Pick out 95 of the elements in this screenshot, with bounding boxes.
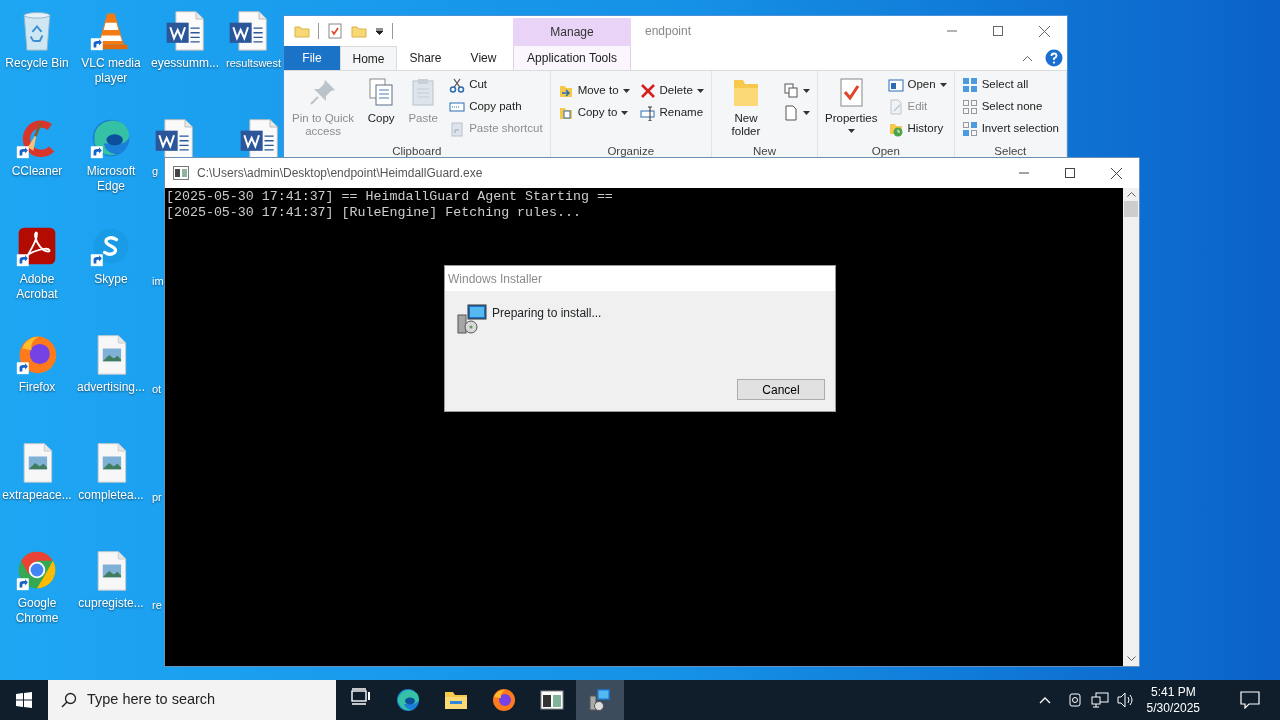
desktop-icon-label[interactable]: re xyxy=(152,598,162,613)
ribbon-group-label: New xyxy=(751,143,777,159)
desktop-icon-label[interactable]: g xyxy=(152,164,159,179)
properties-icon[interactable] xyxy=(327,23,343,39)
desktop-icon-label[interactable]: pr xyxy=(152,490,162,505)
scissors-icon xyxy=(449,77,466,93)
tray-device-icon[interactable] xyxy=(1066,692,1083,708)
windows-logo-icon xyxy=(16,692,32,708)
edit-page-icon xyxy=(887,99,904,115)
easy-access-icon xyxy=(783,105,800,121)
select-none-icon xyxy=(961,99,978,115)
help-icon[interactable] xyxy=(1045,49,1063,67)
chevron-up-icon[interactable] xyxy=(1038,696,1051,704)
ribbon-button[interactable]: Copy xyxy=(362,74,401,127)
close-icon xyxy=(1038,25,1050,37)
maximize-icon xyxy=(1065,168,1075,178)
ribbon-button[interactable]: New folder xyxy=(715,74,777,140)
maximize-icon xyxy=(993,26,1003,36)
ribbon-button[interactable]: Open xyxy=(884,74,950,96)
history-icon xyxy=(887,121,904,137)
desktop-icon-label[interactable]: eyessumm... xyxy=(151,56,219,71)
dropdown-icon[interactable] xyxy=(375,26,384,36)
desktop-icon-label[interactable]: Recycle Bin xyxy=(5,56,69,71)
console-window-icon xyxy=(540,688,564,712)
ribbon-group-label: Select xyxy=(993,143,1028,159)
clock-time: 5:41 PM xyxy=(1149,684,1197,700)
notification-icon[interactable] xyxy=(1240,691,1260,709)
invert-selection-icon xyxy=(961,121,978,137)
desktop-icon-label[interactable]: VLC media player xyxy=(74,56,148,86)
ribbon-tab[interactable]: View xyxy=(454,46,513,70)
clock[interactable]: 5:41 PM 5/30/2025 xyxy=(1142,684,1204,716)
desktop-icon-label[interactable]: Microsoft Edge xyxy=(74,164,148,194)
scroll-up-icon[interactable] xyxy=(1126,192,1136,197)
ribbon-tab[interactable]: Application Tools xyxy=(513,46,631,70)
desktop-icon-label[interactable]: completea... xyxy=(78,488,144,503)
paste-shortcut-icon xyxy=(449,121,466,137)
new-item-icon xyxy=(783,83,800,99)
ribbon-tab[interactable]: Home xyxy=(340,46,397,70)
desktop-icon-label[interactable]: Skype xyxy=(94,272,128,287)
ribbon-tab[interactable]: File xyxy=(284,46,340,70)
ribbon-button[interactable]: Invert selection xyxy=(958,118,1062,140)
open-window-icon xyxy=(887,77,904,93)
ribbon-button[interactable]: Rename xyxy=(636,102,707,124)
desktop-icon-label[interactable]: advertising... xyxy=(76,380,145,395)
ribbon-button[interactable]: Select none xyxy=(958,96,1062,118)
search-field[interactable]: Type here to search xyxy=(48,680,336,720)
scrollbar[interactable] xyxy=(1123,188,1139,666)
ribbon-button[interactable]: Cut xyxy=(446,74,546,96)
desktop-icon-label[interactable]: im xyxy=(152,274,164,289)
desktop-icon-label[interactable]: Google Chrome xyxy=(0,596,74,626)
console-line: [2025-05-30 17:41:37] [RuleEngine] Fetching rules... xyxy=(166,205,582,221)
console-line: [2025-05-30 17:41:37] == HeimdallGuard Agent Starting == xyxy=(166,189,614,205)
ribbon-button[interactable]: Properties xyxy=(822,74,881,135)
scroll-down-icon[interactable] xyxy=(1126,656,1136,661)
ribbon-group-label: Organize xyxy=(606,143,656,159)
cancel-button[interactable]: Cancel xyxy=(737,379,825,400)
desktop-icon-label[interactable]: Adobe Acrobat xyxy=(0,272,74,302)
window-title: C:\Users\admin\Desktop\endpoint\HeimdallGuard.exe xyxy=(196,165,484,182)
window-title: endpoint xyxy=(644,23,693,40)
delete-x-icon xyxy=(639,83,656,99)
search-icon xyxy=(61,692,77,708)
installer-computer-icon xyxy=(588,688,612,712)
desktop-icon-label[interactable]: ot xyxy=(152,382,162,397)
ribbon-group-label: Clipboard xyxy=(391,143,443,159)
status-message: Preparing to install... xyxy=(492,305,602,322)
ribbon-button[interactable]: History xyxy=(884,118,950,140)
close-icon xyxy=(1110,167,1122,179)
desktop-icon-label[interactable]: resultswest xyxy=(226,56,282,71)
network-icon[interactable] xyxy=(1090,692,1109,708)
clock-date: 5/30/2025 xyxy=(1146,700,1200,716)
desktop-icon-label[interactable]: Firefox xyxy=(18,380,56,395)
contextual-tab-header: Manage xyxy=(513,18,631,46)
desktop-icon-label[interactable]: cupregiste... xyxy=(78,596,144,611)
fox-globe-icon xyxy=(492,688,516,712)
swirl-globe-icon xyxy=(396,688,420,712)
installer-computer-icon xyxy=(456,303,488,335)
copy-path-icon xyxy=(449,99,466,115)
console-window-icon xyxy=(173,166,189,180)
collapse-ribbon-icon[interactable] xyxy=(1022,54,1033,62)
desktop-icon-label[interactable]: CCleaner xyxy=(11,164,63,179)
ribbon-button[interactable]: Delete xyxy=(636,80,707,102)
ribbon-button[interactable]: Copy path xyxy=(446,96,546,118)
speaker-icon[interactable] xyxy=(1116,692,1135,708)
rename-icon xyxy=(639,105,656,121)
dialog-title: Windows Installer xyxy=(447,270,544,288)
ribbon-button[interactable]: Select all xyxy=(958,74,1062,96)
desktop-icon-label[interactable]: extrapeace... xyxy=(2,488,72,503)
ribbon-button[interactable]: Move to xyxy=(554,80,633,102)
scroll-thumb[interactable] xyxy=(1124,201,1138,217)
copy-folder-icon xyxy=(557,105,574,121)
ribbon-button[interactable]: Copy to xyxy=(554,102,633,124)
select-all-icon xyxy=(961,77,978,93)
ribbon-group-label: Open xyxy=(870,143,901,159)
ribbon-tab[interactable]: Share xyxy=(397,46,454,70)
move-folder-icon xyxy=(557,83,574,99)
